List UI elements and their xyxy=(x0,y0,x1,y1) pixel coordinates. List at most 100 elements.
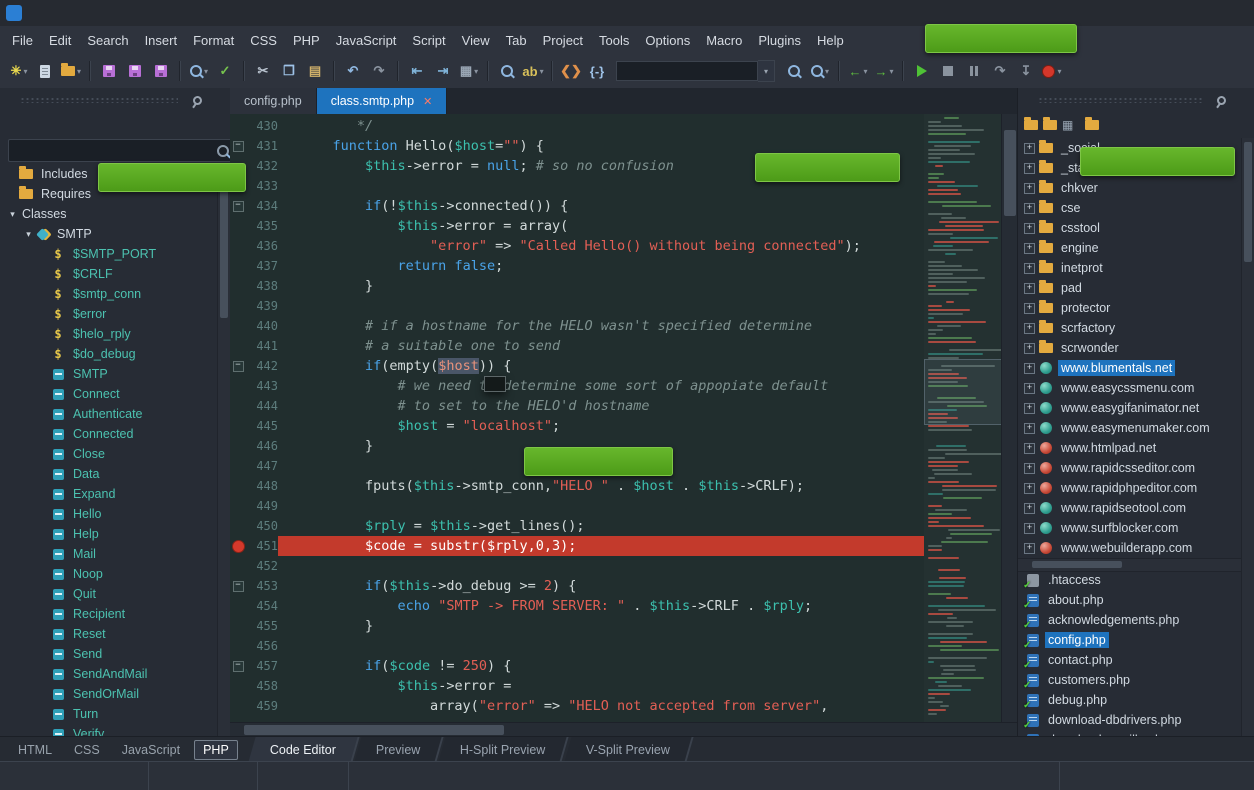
code-explorer-item[interactable]: $$CRLF xyxy=(0,264,218,284)
highlight-occurrences-icon[interactable]: ab▾ xyxy=(521,59,545,83)
new-from-template-icon[interactable] xyxy=(33,59,57,83)
line-number[interactable]: 450 xyxy=(246,516,278,536)
line-number[interactable]: 431 xyxy=(246,136,278,156)
tree-expand-icon[interactable]: + xyxy=(1024,303,1035,314)
code-explorer-item[interactable]: Connected xyxy=(0,424,218,444)
new-folder-icon[interactable] xyxy=(1043,120,1057,130)
doc-tab-javascript[interactable]: JavaScript xyxy=(114,741,188,759)
tree-expand-icon[interactable]: + xyxy=(1024,323,1035,334)
menu-macro[interactable]: Macro xyxy=(698,29,750,52)
folder-item[interactable]: +csstool xyxy=(1018,218,1242,238)
fold-collapse-icon[interactable]: − xyxy=(233,141,244,152)
tree-expand-icon[interactable]: + xyxy=(1024,463,1035,474)
code-line[interactable]: 451 $code = substr($rply,0,3); xyxy=(230,536,924,556)
menu-php[interactable]: PHP xyxy=(285,29,328,52)
navigate-back-icon[interactable]: ←▾ xyxy=(846,59,870,83)
line-number[interactable]: 444 xyxy=(246,396,278,416)
tree-expand-icon[interactable]: + xyxy=(1024,423,1035,434)
scroll-up-icon[interactable] xyxy=(1002,114,1018,128)
code-explorer-search-input[interactable] xyxy=(15,143,217,159)
code-line[interactable]: 437 return false; xyxy=(230,256,924,276)
editor-tab-class-smtp-php[interactable]: class.smtp.php✕ xyxy=(317,88,448,114)
editor-horizontal-scrollbar[interactable] xyxy=(230,722,1018,737)
menu-project[interactable]: Project xyxy=(535,29,591,52)
tree-expand-icon[interactable]: + xyxy=(1024,223,1035,234)
tree-expand-icon[interactable]: + xyxy=(1024,243,1035,254)
tree-expand-icon[interactable]: + xyxy=(1024,203,1035,214)
line-number[interactable]: 441 xyxy=(246,336,278,356)
code-line[interactable]: 455 } xyxy=(230,616,924,636)
folder-item[interactable]: +engine xyxy=(1018,238,1242,258)
code-explorer-item[interactable]: SendAndMail xyxy=(0,664,218,684)
save-icon[interactable] xyxy=(97,59,121,83)
view-tab-code-editor[interactable]: Code Editor xyxy=(248,737,359,762)
file-explorer-scrollbar[interactable] xyxy=(1241,138,1254,737)
menu-format[interactable]: Format xyxy=(185,29,242,52)
line-number[interactable]: 435 xyxy=(246,216,278,236)
gutter-marks[interactable]: − xyxy=(230,141,246,152)
menu-script[interactable]: Script xyxy=(404,29,453,52)
new-document-icon[interactable]: ✳▾ xyxy=(7,59,31,83)
scrollbar-thumb[interactable] xyxy=(1004,130,1016,216)
pause-icon[interactable] xyxy=(962,59,986,83)
gutter-marks[interactable]: − xyxy=(230,581,246,592)
tree-expand-icon[interactable]: + xyxy=(1024,403,1035,414)
line-number[interactable]: 442 xyxy=(246,356,278,376)
navigate-forward-icon-dropdown[interactable]: ▾ xyxy=(889,67,893,76)
tree-expand-icon[interactable]: + xyxy=(1024,183,1035,194)
fold-collapse-icon[interactable]: − xyxy=(233,201,244,212)
line-number[interactable]: 443 xyxy=(246,376,278,396)
code-line[interactable]: 450 $rply = $this->get_lines(); xyxy=(230,516,924,536)
line-number[interactable]: 456 xyxy=(246,636,278,656)
folder-dropdown-icon[interactable] xyxy=(1085,120,1099,130)
code-line[interactable]: 444 # to set to the HELO'd hostname xyxy=(230,396,924,416)
menu-file[interactable]: File xyxy=(4,29,41,52)
file-item[interactable]: debug.php xyxy=(1018,690,1242,710)
cut-icon[interactable]: ✂ xyxy=(251,59,275,83)
find-icon[interactable]: ▾ xyxy=(187,59,211,83)
line-number[interactable]: 448 xyxy=(246,476,278,496)
fold-collapse-icon[interactable]: − xyxy=(233,581,244,592)
line-number[interactable]: 445 xyxy=(246,416,278,436)
code-explorer-item[interactable]: $$error xyxy=(0,304,218,324)
tree-expand-icon[interactable]: + xyxy=(1024,143,1035,154)
code-line[interactable]: 436 "error" => "Called Hello() without b… xyxy=(230,236,924,256)
unindent-icon[interactable]: ⇤ xyxy=(405,59,429,83)
folder-item[interactable]: +www.rapidphpeditor.com xyxy=(1018,478,1242,498)
quick-search-input[interactable] xyxy=(616,61,758,81)
undo-icon[interactable]: ↶ xyxy=(341,59,365,83)
tree-expand-icon[interactable]: + xyxy=(1024,263,1035,274)
code-line[interactable]: 443 # we need to determine some sort of … xyxy=(230,376,924,396)
folder-item[interactable]: +www.blumentals.net xyxy=(1018,358,1242,378)
start-debugger-icon-dropdown[interactable]: ▾ xyxy=(1057,67,1061,76)
code-line[interactable]: 458 $this->error = xyxy=(230,676,924,696)
code-line[interactable]: 452 xyxy=(230,556,924,576)
tree-expand-icon[interactable]: + xyxy=(1024,363,1035,374)
code-explorer-scrollbar[interactable] xyxy=(217,164,230,737)
new-document-icon-dropdown[interactable]: ▾ xyxy=(23,67,27,76)
menu-edit[interactable]: Edit xyxy=(41,29,79,52)
tree-expand-icon[interactable]: + xyxy=(1024,443,1035,454)
open-folder-icon[interactable] xyxy=(1024,120,1038,130)
folder-item[interactable]: +pad xyxy=(1018,278,1242,298)
code-line[interactable]: −457 if($code != 250) { xyxy=(230,656,924,676)
code-line[interactable]: 430 */ xyxy=(230,116,924,136)
view-tab-h-split-preview[interactable]: H-Split Preview xyxy=(439,737,570,762)
code-line[interactable]: −442 if(empty($host)) { xyxy=(230,356,924,376)
code-line[interactable]: −453 if($this->do_debug >= 2) { xyxy=(230,576,924,596)
line-number[interactable]: 439 xyxy=(246,296,278,316)
menu-css[interactable]: CSS xyxy=(242,29,285,52)
menu-search[interactable]: Search xyxy=(79,29,136,52)
folder-item[interactable]: +chkver xyxy=(1018,178,1242,198)
indent-icon[interactable]: ⇥ xyxy=(431,59,455,83)
folder-item[interactable]: +www.webuilderapp.com xyxy=(1018,538,1242,558)
highlight-occurrences-icon-dropdown[interactable]: ▾ xyxy=(540,67,544,76)
line-number[interactable]: 457 xyxy=(246,656,278,676)
step-over-icon[interactable]: ↷ xyxy=(988,59,1012,83)
file-item[interactable]: config.php xyxy=(1018,630,1242,650)
pin-icon[interactable] xyxy=(1212,96,1230,105)
line-number[interactable]: 446 xyxy=(246,436,278,456)
code-line[interactable]: 435 $this->error = array( xyxy=(230,216,924,236)
code-snippet-icon[interactable]: {-} xyxy=(585,59,609,83)
save-all-icon[interactable] xyxy=(123,59,147,83)
